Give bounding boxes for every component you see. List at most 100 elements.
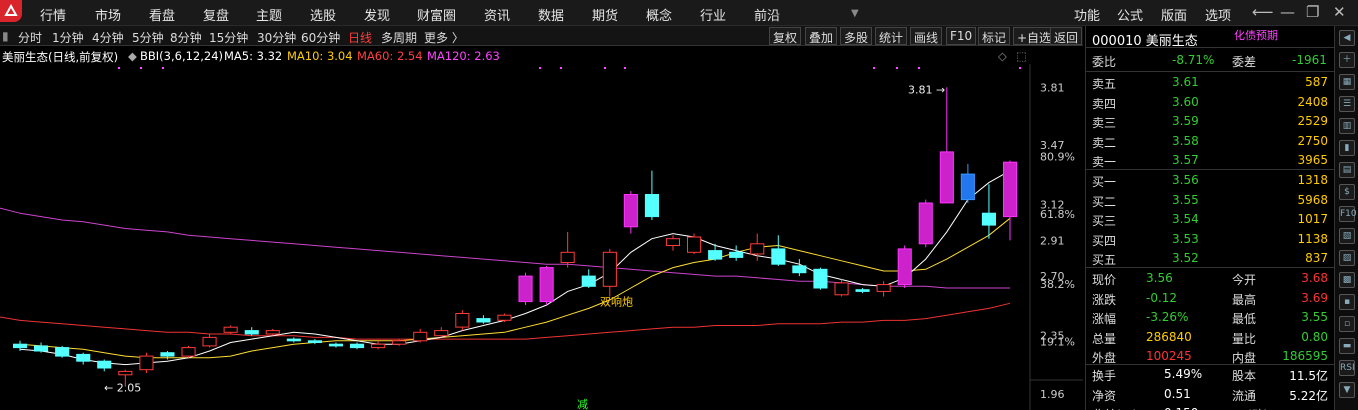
candle-body xyxy=(350,343,365,349)
close-icon[interactable]: ✕ xyxy=(1333,3,1346,21)
tool-button-0[interactable]: 复权 xyxy=(769,27,802,45)
menu-item-13[interactable]: 前沿 xyxy=(754,5,780,24)
tool-button-1[interactable]: 叠加 xyxy=(805,27,838,45)
fundamental-value: 0.51 xyxy=(1164,386,1191,401)
candle-body xyxy=(855,289,870,292)
asks-row[interactable]: 卖四 3.60 2408 xyxy=(1086,94,1334,112)
menu-item-5[interactable]: 选股 xyxy=(310,5,336,24)
period-tab-10[interactable]: 更多 〉 xyxy=(424,29,464,46)
menu-item-7[interactable]: 财富圈 xyxy=(417,5,456,24)
arrow-left-icon[interactable]: ◀ xyxy=(1339,30,1355,46)
indicator-icon[interactable]: ▫ xyxy=(1339,316,1355,332)
quote-panel: 000010 美丽生态 化债预期 委比 -8.71% 委差 -1961 卖五 3.… xyxy=(1085,26,1334,410)
period-tab-4[interactable]: 8分钟 xyxy=(170,29,202,46)
app-logo-icon[interactable] xyxy=(0,0,22,22)
bids-row[interactable]: 买一 3.56 1318 xyxy=(1086,172,1334,190)
asks-row[interactable]: 卖一 3.57 3965 xyxy=(1086,152,1334,170)
period-tab-1[interactable]: 1分钟 xyxy=(52,29,84,46)
menu-item-2[interactable]: 看盘 xyxy=(149,5,175,24)
fundamental-label: PE(动) xyxy=(1232,406,1268,410)
tool-button-4[interactable]: 画线 xyxy=(910,27,943,45)
menu-item-11[interactable]: 概念 xyxy=(646,5,672,24)
candlestick-chart[interactable]: 3.813.473.122.912.702.351.9680.9%61.8%38… xyxy=(0,64,1083,410)
candle-body xyxy=(392,340,407,345)
candle-body xyxy=(97,360,112,369)
top-menu-bar: 行情 市场 看盘 复盘 主题 选股 发现 财富圈 资讯 数据 期货 概念 行业 前沿 ▼ 功能 公式 版面 选项… xyxy=(0,0,1358,26)
stack-icon[interactable]: ▬ xyxy=(1339,338,1355,354)
expand-icon[interactable]: ◇ xyxy=(998,49,1007,63)
stat-row: 涨幅 -3.26% 最低 3.55 xyxy=(1086,309,1334,327)
menu-item-1[interactable]: 市场 xyxy=(95,5,121,24)
grid-icon[interactable]: ▦ xyxy=(1339,74,1355,90)
quote-header: 000010 美丽生态 化债预期 xyxy=(1086,26,1334,49)
menu-right-item-2[interactable]: 版面 xyxy=(1161,5,1187,24)
menu-more-icon[interactable]: ▼ xyxy=(851,8,859,19)
stat-chart-icon[interactable]: ▩ xyxy=(1339,272,1355,288)
menu-right-item-0[interactable]: 功能 xyxy=(1074,5,1100,24)
vol-chart-icon[interactable]: ▪ xyxy=(1339,294,1355,310)
menu-item-6[interactable]: 发现 xyxy=(364,5,390,24)
bids-row[interactable]: 买五 3.52 837 xyxy=(1086,250,1334,268)
bids-row[interactable]: 买四 3.53 1138 xyxy=(1086,231,1334,249)
menu-right-item-1[interactable]: 公式 xyxy=(1117,5,1143,24)
list-icon[interactable]: ☰ xyxy=(1339,96,1355,112)
asks-row[interactable]: 卖三 3.59 2529 xyxy=(1086,113,1334,131)
menu-item-9[interactable]: 数据 xyxy=(538,5,564,24)
tick-chart-icon[interactable]: ▨ xyxy=(1339,250,1355,266)
period-tab-3[interactable]: 5分钟 xyxy=(132,29,164,46)
period-tab-7[interactable]: 60分钟 xyxy=(301,29,340,46)
tool-button-2[interactable]: 多股 xyxy=(840,27,873,45)
candle-body xyxy=(708,250,723,260)
asks-label: 卖五 xyxy=(1092,77,1117,91)
concept-tag[interactable]: 化债预期 xyxy=(1234,27,1278,43)
collapse-sidebar-icon[interactable]: ▮ xyxy=(2,29,9,43)
bids-row[interactable]: 买二 3.55 5968 xyxy=(1086,192,1334,210)
ma10-label: MA10: 3.04 xyxy=(287,49,353,63)
menu-item-4[interactable]: 主题 xyxy=(256,5,282,24)
asks-row[interactable]: 卖五 3.61 587 xyxy=(1086,74,1334,92)
tool-button-3[interactable]: 统计 xyxy=(875,27,908,45)
down-arrow-icon[interactable]: ▼ xyxy=(1339,382,1355,398)
candle-icon[interactable]: ▮ xyxy=(1339,140,1355,156)
period-tab-9[interactable]: 多周期 xyxy=(381,29,417,46)
minimize-icon[interactable]: — xyxy=(1280,3,1295,21)
bids-row[interactable]: 买三 3.54 1017 xyxy=(1086,211,1334,229)
period-tab-0[interactable]: 分时 xyxy=(18,29,42,46)
stat-label: 涨幅 xyxy=(1092,312,1117,326)
restore-icon[interactable]: ❐ xyxy=(1306,3,1319,21)
period-tab-8[interactable]: 日线 xyxy=(348,29,372,46)
dollar-icon[interactable]: $ xyxy=(1339,184,1355,200)
menu-item-8[interactable]: 资讯 xyxy=(484,5,510,24)
bids-label: 买二 xyxy=(1092,194,1117,209)
chart-icon[interactable]: ▧ xyxy=(1339,228,1355,244)
period-tab-6[interactable]: 30分钟 xyxy=(257,29,296,46)
tool-button-6[interactable]: 标记 xyxy=(978,27,1011,45)
menu-item-10[interactable]: 期货 xyxy=(592,5,618,24)
fundamental-label: 流通 xyxy=(1232,388,1257,403)
bids-volume: 1318 xyxy=(1297,173,1328,187)
fundamental-label: 净资 xyxy=(1092,388,1117,403)
settings-icon[interactable]: ◆ xyxy=(128,49,137,63)
tool-button-7[interactable]: +自选 xyxy=(1013,27,1056,45)
asks-label: 卖一 xyxy=(1092,155,1117,169)
period-tab-2[interactable]: 4分钟 xyxy=(92,29,124,46)
f10-icon[interactable]: F10 xyxy=(1339,206,1357,222)
add-icon[interactable]: ＋ xyxy=(1339,52,1355,68)
menu-item-0[interactable]: 行情 xyxy=(40,5,66,24)
asks-row[interactable]: 卖二 3.58 2750 xyxy=(1086,133,1334,151)
period-tab-5[interactable]: 15分钟 xyxy=(209,29,248,46)
tool-button-5[interactable]: F10 xyxy=(946,27,977,45)
calendar-icon[interactable]: ▤ xyxy=(1339,162,1355,178)
rsi-icon[interactable]: RSI xyxy=(1339,360,1355,376)
bar-chart-icon[interactable]: ▥ xyxy=(1339,118,1355,134)
candle-body xyxy=(876,284,891,292)
asks-price: 3.57 xyxy=(1172,153,1199,167)
menu-item-3[interactable]: 复盘 xyxy=(203,5,229,24)
menu-item-12[interactable]: 行业 xyxy=(700,5,726,24)
bids-price: 3.53 xyxy=(1172,231,1199,246)
collapse-icon[interactable]: ⬚ xyxy=(1016,49,1027,63)
back-icon[interactable]: ⟵ xyxy=(1252,3,1274,21)
menu-right-item-3[interactable]: 选项 xyxy=(1205,5,1231,24)
fundamental-value: 5.22亿 xyxy=(1289,388,1328,403)
tool-button-8[interactable]: 返回 xyxy=(1050,27,1083,45)
